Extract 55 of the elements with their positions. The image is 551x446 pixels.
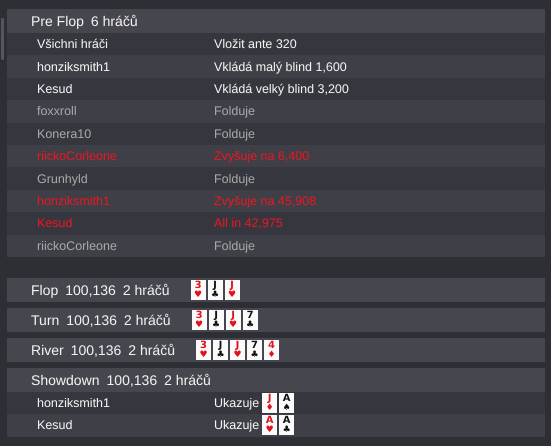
action-text: All in 42,975 — [214, 216, 283, 230]
pot-amount: 100,136 — [106, 372, 158, 388]
action-text: Folduje — [214, 126, 255, 141]
player-name: honziksmith1 — [37, 396, 111, 410]
action-text: Vložit ante 320 — [214, 37, 297, 52]
playing-card: J ♣ — [208, 280, 223, 300]
playing-card: 7 ♣ — [246, 340, 262, 360]
playing-card: 3 ♥ — [190, 280, 206, 300]
player-count: 2 hráčů — [164, 372, 211, 388]
street-name: Flop — [31, 282, 58, 298]
player-count: 2 hráčů — [124, 312, 171, 328]
player-name: Kesud — [37, 82, 74, 96]
player-count: 2 hráčů — [128, 342, 175, 358]
pot-amount: 100,136 — [70, 342, 122, 358]
playing-card: J ♦ — [262, 393, 278, 414]
pot-amount: 100,136 — [66, 312, 117, 328]
player-name: honziksmith1 — [37, 60, 111, 74]
playing-card: 3 ♥ — [196, 340, 211, 360]
player-name: Grunhyld — [37, 172, 89, 186]
street-name: River — [31, 342, 64, 358]
playing-card: 4 ♦ — [264, 340, 279, 360]
player-name: foxxroll — [37, 104, 78, 118]
player-name: Kesud — [37, 216, 74, 230]
street-name: Turn — [31, 312, 60, 328]
player-name: honziksmith1 — [37, 194, 111, 208]
player-name: Konera10 — [37, 126, 92, 141]
player-count: 6 hráčů — [90, 13, 138, 29]
scrollbar-thumb[interactable] — [1, 18, 4, 60]
playing-card: J ♥ — [224, 280, 240, 300]
player-count: 2 hráčů — [122, 282, 170, 298]
player-name: Kesud — [37, 418, 74, 432]
playing-card: 3 ♥ — [192, 310, 207, 330]
street-name: Pre Flop — [31, 13, 84, 29]
action-text: Ukazuje — [214, 396, 260, 410]
action-text: Folduje — [214, 104, 255, 118]
playing-card: J ♣ — [208, 310, 224, 330]
player-name: riickoCorleone — [37, 149, 118, 164]
street-name: Showdown — [31, 372, 100, 388]
action-text: Folduje — [214, 238, 255, 253]
action-text: Zvyšuje na 45,908 — [214, 194, 316, 208]
playing-card: 7 ♣ — [242, 310, 258, 330]
action-text: Vkládá velký blind 3,200 — [214, 82, 349, 96]
playing-card: A ♠ — [279, 393, 294, 414]
playing-card: J ♥ — [230, 340, 245, 360]
action-text: Ukazuje — [214, 418, 260, 432]
playing-card: J ♣ — [212, 340, 228, 360]
pot-amount: 100,136 — [65, 282, 116, 298]
playing-card: J ♥ — [226, 310, 241, 330]
player-name: Všichni hráči — [37, 37, 109, 52]
action-text: Zvyšuje na 6,400 — [214, 149, 310, 164]
player-name: riickoCorleone — [37, 238, 118, 253]
action-text: Folduje — [214, 172, 255, 186]
playing-card: A ♣ — [279, 415, 294, 436]
playing-card: A ♥ — [262, 415, 278, 436]
action-text: Vkládá malý blind 1,600 — [214, 60, 347, 74]
